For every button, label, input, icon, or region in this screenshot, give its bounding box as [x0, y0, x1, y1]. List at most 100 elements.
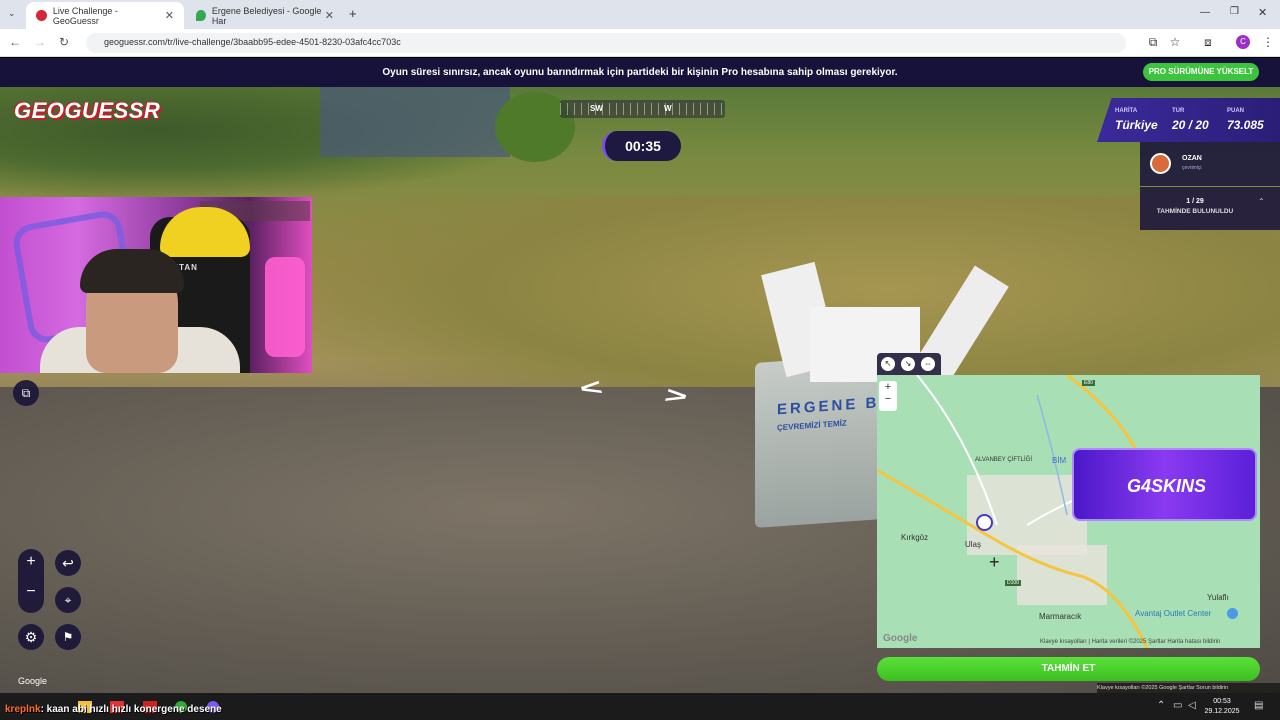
forward-icon[interactable]: → [32, 35, 48, 49]
map-label-e80: E80 [1082, 380, 1095, 386]
player-avatar [1150, 153, 1171, 174]
maps-favicon-icon [196, 10, 206, 21]
clock-time: 00:53 [1213, 698, 1231, 705]
volume-icon[interactable]: ◁ [1188, 700, 1196, 711]
pink-lamp [265, 257, 305, 357]
street-view-toggle-icon[interactable]: ⧉ [13, 380, 39, 406]
map-label: HARİTA [1115, 108, 1138, 114]
tab-label: Ergene Belediyesi - Google Har [211, 5, 322, 26]
upgrade-pro-button[interactable]: PRO SÜRÜMÜNE YÜKSELT [1143, 63, 1259, 81]
player-name: OZAN [1182, 155, 1202, 162]
building-background [320, 87, 510, 157]
shopping-poi-icon [1227, 608, 1238, 619]
zoom-in-button[interactable]: + [18, 553, 44, 571]
settings-icon[interactable]: ⚙ [18, 624, 44, 650]
profile-avatar[interactable]: C [1236, 35, 1250, 49]
bookmark-star-icon[interactable]: ☆ [1167, 35, 1183, 49]
ad-text: G4SKINS [1126, 476, 1207, 496]
cast-icon[interactable]: ⧉ [1145, 35, 1161, 50]
compass-ticks [560, 103, 725, 115]
tab-ergene-belediyesi[interactable]: Ergene Belediyesi - Google Har ✕ [186, 2, 344, 29]
minimize-button[interactable]: — [1200, 7, 1210, 18]
tab-label: Live Challenge - GeoGuessr [52, 5, 118, 26]
notifications-icon[interactable]: ▤ [1254, 700, 1263, 711]
guess-button[interactable]: TAHMİN ET [877, 657, 1260, 681]
zoom-controls: + − [18, 549, 44, 613]
points-value: 73.085 [1227, 118, 1264, 132]
map-zoom-controls: + − [879, 381, 897, 411]
streamer-webcam: TITAN [0, 197, 312, 373]
map-shrink-icon[interactable]: ↘ [901, 357, 915, 371]
guess-count: 1 / 29 [1186, 198, 1204, 205]
map-label-ulas: Ulaş [965, 540, 982, 549]
map-expand-icon[interactable]: ↖ [881, 357, 895, 371]
reload-icon[interactable]: ↻ [56, 35, 72, 49]
window-close-button[interactable]: ✕ [1258, 6, 1267, 19]
player-panel: OZAN çevrimiçi [1140, 142, 1280, 186]
map-label-d100: D100 [1005, 580, 1021, 586]
url-text: geoguessr.com/tr/live-challenge/3baabb95… [104, 37, 401, 47]
compass-bar: SW W [560, 100, 725, 118]
map-label-avantaj: Avantaj Outlet Center [1135, 609, 1212, 618]
guess-count-label: TAHMİNDE BULUNULDU [1156, 208, 1234, 215]
map-zoom-in-button[interactable]: + [879, 381, 897, 393]
tab-search-icon[interactable]: ⌄ [8, 8, 16, 19]
bin-brand-text: ERGENE B [777, 394, 880, 419]
guess-count-panel: 1 / 29 TAHMİNDE BULUNULDU ⌃ [1140, 187, 1280, 230]
round-value: 20 / 20 [1172, 118, 1209, 132]
streetview-attribution: Klavye kısayolları ©2025 Google Şartlar … [1097, 683, 1280, 693]
address-bar-row: ← → ↻ geoguessr.com/tr/live-challenge/3b… [0, 29, 1280, 57]
map-label-yulafli: Yulaflı [1207, 593, 1229, 602]
clock-date: 29.12.2025 [1204, 708, 1240, 715]
geoguessr-logo[interactable]: GEOGUESSR [14, 98, 160, 124]
round-timer: 00:35 [602, 131, 681, 161]
browser-tab-bar: ⌄ Live Challenge - GeoGuessr ✕ Ergene Be… [0, 0, 1280, 29]
crosshair-cursor-icon: + [989, 552, 1000, 572]
map-pin-toggle-icon[interactable]: ⇔ [921, 357, 935, 371]
map-value: Türkiye [1115, 118, 1158, 132]
streetview-google-mark: Google [18, 676, 48, 686]
points-label: PUAN [1227, 108, 1245, 114]
map-urban-area [1017, 545, 1107, 605]
chat-text: : kaan abi hızlı hızlı konergene desene [40, 704, 222, 715]
back-icon[interactable]: ← [7, 35, 23, 49]
tab-close-icon[interactable]: ✕ [325, 9, 334, 22]
tray-chevron-icon[interactable]: ⌃ [1157, 700, 1165, 711]
map-zoom-out-button[interactable]: − [879, 393, 897, 405]
player-status: çevrimiçi [1182, 165, 1202, 171]
tab-close-icon[interactable]: ✕ [165, 9, 174, 22]
map-google-logo: Google [883, 633, 918, 644]
map-label-bim: BİM [1052, 456, 1067, 465]
new-tab-button[interactable]: + [349, 6, 357, 21]
maximize-button[interactable]: ❐ [1230, 6, 1239, 17]
chat-username: kreplnk [5, 704, 41, 715]
g4skins-ad-overlay: G4SKINS [1072, 448, 1257, 521]
map-attribution: Klavye kısayolları | Harita verileri ©20… [1040, 639, 1221, 645]
geoguessr-favicon-icon [36, 10, 47, 21]
map-toolbar: ↖ ↘ ⇔ [877, 353, 941, 375]
pro-banner: Oyun süresi sınırsız, ancak oyunu barınd… [0, 58, 1280, 87]
stream-chat-message: kreplnk: kaan abi hızlı hızlı konergene … [5, 704, 222, 715]
bin-slogan-text: ÇEVREMİZİ TEMİZ [777, 418, 847, 433]
pin-icon[interactable]: ⌖ [55, 587, 81, 613]
browser-menu-icon[interactable]: ⋮ [1260, 35, 1276, 49]
extensions-icon[interactable]: ⧈ [1200, 35, 1216, 50]
map-label-alvanbey: ALVANBEY ÇİFTLİĞİ [975, 457, 1033, 463]
flag-icon[interactable]: ⚑ [55, 624, 81, 650]
tab-live-challenge[interactable]: Live Challenge - GeoGuessr ✕ [26, 2, 184, 29]
network-icon[interactable]: ▭ [1173, 700, 1182, 711]
round-label: TUR [1172, 108, 1185, 114]
url-field[interactable]: geoguessr.com/tr/live-challenge/3baabb95… [86, 33, 1126, 53]
map-label-kirkgoz: Kırkgöz [901, 533, 929, 542]
banner-text: Oyun süresi sınırsız, ancak oyunu barınd… [382, 67, 898, 78]
compass-sw: SW [590, 104, 603, 113]
streamer-hair [80, 249, 184, 293]
zoom-out-button[interactable]: − [18, 583, 44, 601]
compass-w: W [664, 104, 672, 113]
undo-icon[interactable]: ↩ [55, 550, 81, 576]
score-panel: HARİTA Türkiye TUR 20 / 20 PUAN 73.085 [1097, 98, 1280, 142]
taskbar-clock[interactable]: 00:53 29.12.2025 [1204, 697, 1240, 717]
player-position-marker [976, 514, 993, 531]
map-label-marmaracik: Marmaracık [1039, 612, 1082, 621]
collapse-icon[interactable]: ⌃ [1258, 197, 1265, 206]
